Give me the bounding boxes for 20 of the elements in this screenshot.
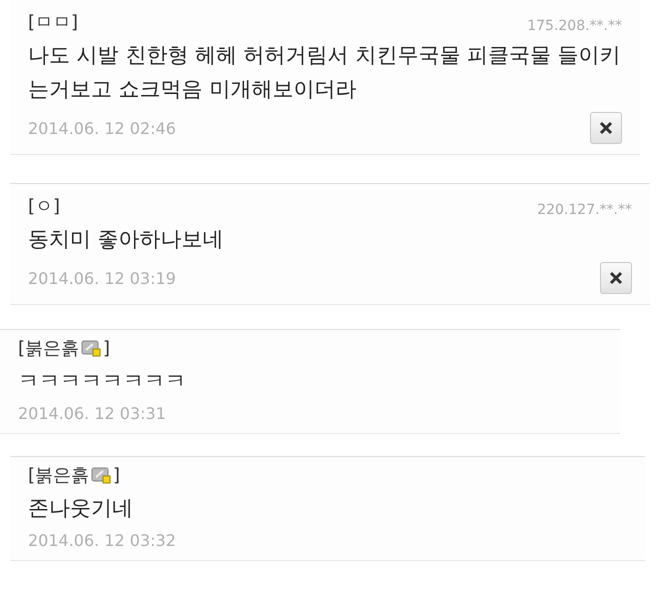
comment-date: 2014.06. 12 03:19 — [28, 268, 176, 288]
comment-date: 2014.06. 12 03:31 — [18, 404, 166, 423]
comment-date: 2014.06. 12 03:32 — [28, 531, 176, 550]
delete-button[interactable] — [590, 112, 622, 144]
author-name: [ㅇ] — [28, 195, 60, 218]
author-name: [ㅁㅁ] — [28, 11, 78, 34]
author-name: [붉은흙 — [18, 337, 80, 360]
close-icon — [599, 121, 613, 135]
author-bracket: ] — [103, 338, 110, 358]
comment-text: 존나웃기네 — [28, 495, 134, 522]
delete-button[interactable] — [600, 262, 632, 294]
comment-text: 나도 시발 친한형 헤헤 허허거림서 치킨무국물 피클국물 들이키는거보고 쇼크먹음 미개해보이더라 — [28, 42, 622, 103]
author-name: [붉은흙 — [28, 464, 90, 487]
comment-date: 2014.06. 12 02:46 — [28, 118, 176, 138]
close-icon — [609, 271, 623, 285]
ip-address: 220.127.**.** — [537, 202, 632, 218]
comment-text: 동치미 좋아하나보네 — [28, 226, 225, 253]
author-bracket: ] — [113, 464, 120, 486]
ip-address: 175.208.**.** — [527, 18, 622, 34]
comment-text: ㅋㅋㅋㅋㅋㅋㅋㅋ — [18, 368, 187, 395]
